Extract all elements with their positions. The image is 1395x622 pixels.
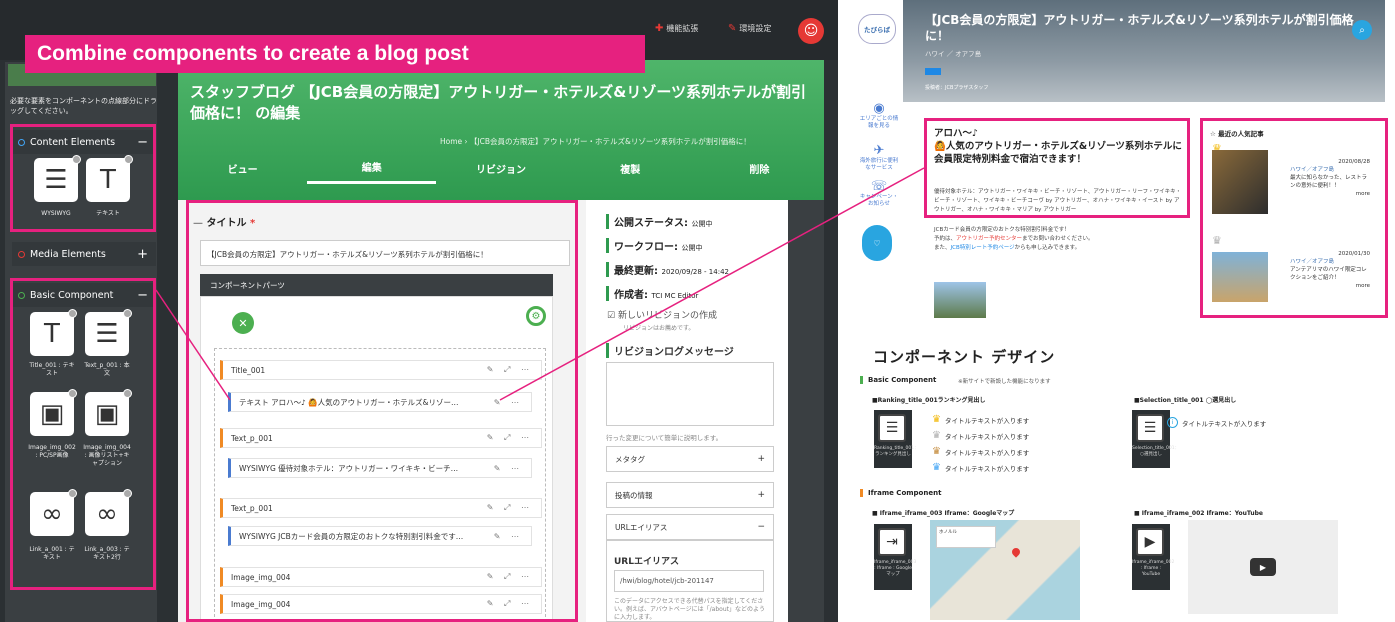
expand-icon: + [757, 490, 765, 500]
search-icon: ⌕ [1359, 24, 1365, 36]
url-alias-label: URLエイリアス [614, 557, 679, 567]
play-icon[interactable]: ▶ [1250, 558, 1276, 576]
circle-icon [18, 250, 25, 258]
favorites-button[interactable]: ♡ [862, 225, 892, 261]
puzzle-icon: ✚ [655, 23, 664, 34]
iframe-002-heading: ■ Iframe_iframe_002 Iframe：YouTube [1134, 510, 1263, 517]
nav-area[interactable]: ◉ エリアごとの情報を見る [858, 102, 900, 130]
heart-icon: ♡ [873, 238, 881, 248]
highlight-basic-component [10, 278, 156, 590]
expand-icon[interactable]: + [137, 247, 148, 262]
workflow-status: ワークフロー: 公開中 [606, 238, 702, 253]
nav-services[interactable]: ✈ 海外旅行に便利なサービス [858, 144, 900, 172]
nav-label: キャンペーン・お知らせ [859, 194, 899, 207]
plane-icon: ✈ [873, 143, 885, 158]
article-body: JCBカード会員の方限定のおトクな特別割引料金です！ 予約は、アウトリガー予約セ… [934, 227, 1094, 251]
highlight-content-elements [10, 124, 156, 232]
new-revision-checkbox[interactable]: ☑ 新しいリビジョンの作成 [607, 308, 717, 321]
expand-icon: + [757, 454, 765, 464]
caption-banner: Combine components to create a blog post [25, 35, 645, 73]
youtube-preview[interactable]: ▶ [1188, 520, 1338, 614]
nav-campaign[interactable]: ☏ キャンペーン・お知らせ [858, 180, 900, 208]
search-button[interactable]: ⌕ [1352, 20, 1372, 40]
tab-edit[interactable]: 編集 [307, 152, 437, 184]
highlight-editor [186, 200, 578, 622]
selection-heading: ■Selection_title_001 ◯選見出し [1134, 397, 1237, 404]
crown-blue-icon: ♛ [932, 462, 941, 473]
last-updated: 最終更新: 2020/09/28 - 14:42 [606, 262, 729, 277]
site-logo[interactable]: たびらば [858, 14, 896, 44]
nav-label: 海外旅行に便利なサービス [859, 158, 899, 171]
rank-item: ♛ タイトルテキストが入ります [932, 446, 1030, 457]
user-avatar[interactable]: ☺ [798, 18, 824, 44]
document-icon: ☰ [1136, 414, 1164, 442]
publish-status: 公開ステータス: 公開中 [606, 214, 712, 229]
pin-icon: ◉ [873, 101, 885, 116]
document-icon: ☰ [878, 414, 906, 442]
tab-duplicate[interactable]: 複製 [566, 152, 695, 184]
iframe-component-heading: Iframe Component [860, 489, 941, 497]
highlight-article [924, 118, 1190, 218]
author: 作成者: TCI MC Editor [606, 286, 698, 301]
design-title: コンポーネント デザイン [873, 348, 1056, 366]
revision-log-textarea[interactable] [606, 362, 774, 426]
url-alias-help: このデータにアクセスできる代替パスを指定してください。例えば、アバウトページには… [614, 598, 765, 621]
breadcrumb[interactable]: Home › 【JCB会員の方限定】アウトリガー・ホテルズ&リゾーツ系列ホテルが… [440, 136, 751, 147]
hero-title: 【JCB会員の方限定】アウトリガー・ホテルズ&リゾーツ系列ホテルが割引価格に！ [925, 13, 1354, 43]
extensions-label: 機能拡張 [666, 24, 699, 33]
highlight-popular [1200, 118, 1388, 318]
hero-author: 投稿者：JCBプラザスタッフ [925, 85, 989, 91]
hero-category[interactable]: ハワイ ／ オアフ島 [925, 48, 981, 58]
revision-help: 行った変更について簡単に説明します。 [606, 434, 723, 442]
checkbox-label: 新しいリビジョンの作成 [617, 311, 717, 321]
tab-delete[interactable]: 削除 [695, 152, 824, 184]
accordion-label: メタタグ [615, 454, 645, 464]
wrench-icon: ✎ [728, 23, 737, 34]
crown-gold-icon: ♛ [932, 414, 941, 425]
sidebar-description: 必要な要素をコンポーネントの点線部分にドラッグしてください。 [10, 97, 157, 115]
crown-silver-icon: ♛ [932, 430, 941, 441]
selection-item: i タイトルテキストが入ります [1167, 417, 1266, 428]
accordion-post-info[interactable]: 投稿の情報 + [606, 482, 774, 508]
section-media-elements[interactable]: Media Elements + [12, 242, 156, 266]
accordion-metatag[interactable]: メタタグ + [606, 446, 774, 472]
rank-item: ♛ タイトルテキストが入ります [932, 430, 1030, 441]
basic-note: ※新サイトで新設した機能になります [958, 379, 1051, 385]
iframe-003-heading: ■ Iframe_iframe_003 Iframe：Googleマップ [872, 510, 1015, 517]
rank-item: ♛ タイトルテキストが入ります [932, 414, 1030, 425]
revision-note: リビジョンはお薦めです。 [623, 325, 695, 332]
crown-bronze-icon: ♛ [932, 446, 941, 457]
reservation-link[interactable]: アウトリガー予約センター [956, 236, 1022, 242]
accordion-label: 投稿の情報 [615, 490, 653, 500]
hero-tag [925, 68, 941, 75]
scroll-strip[interactable] [788, 200, 824, 622]
revision-log-label: リビジョンログメッセージ [606, 343, 734, 358]
video-icon: ▶ [1136, 528, 1164, 556]
rank-item: ♛ タイトルテキストが入ります [932, 462, 1030, 473]
megaphone-icon: ☏ [870, 179, 888, 194]
article-image [934, 282, 986, 318]
settings-menu[interactable]: ✎ 環境設定 [728, 23, 771, 34]
page-title: スタッフブログ 【JCB会員の方限定】アウトリガー・ホテルズ&リゾーツ系列ホテル… [190, 83, 807, 122]
embed-icon: ⇥ [878, 528, 906, 556]
ranking-heading: ■Ranking_title_001ランキング見出し [872, 397, 986, 404]
accordion-url-alias[interactable]: URLエイリアス − [606, 514, 774, 540]
basic-component-heading: Basic Component [860, 376, 936, 384]
settings-label: 環境設定 [739, 24, 772, 33]
accordion-label: URLエイリアス [615, 522, 668, 532]
map-info-card: ホノルル [936, 526, 996, 548]
tab-revisions[interactable]: リビジョン [436, 152, 565, 184]
info-icon: i [1167, 417, 1178, 428]
tab-bar: ビュー 編集 リビジョン 複製 削除 [178, 152, 824, 184]
special-rate-link[interactable]: JCB特別レート予約ページ [951, 245, 1015, 251]
tab-view[interactable]: ビュー [178, 152, 307, 184]
section-label: Media Elements [30, 248, 106, 260]
extensions-menu[interactable]: ✚ 機能拡張 [655, 23, 698, 34]
collapse-icon: − [757, 522, 765, 532]
url-alias-input[interactable]: /hwi/blog/hotel/jcb-201147 [614, 570, 764, 592]
nav-label: エリアごとの情報を見る [859, 116, 899, 129]
